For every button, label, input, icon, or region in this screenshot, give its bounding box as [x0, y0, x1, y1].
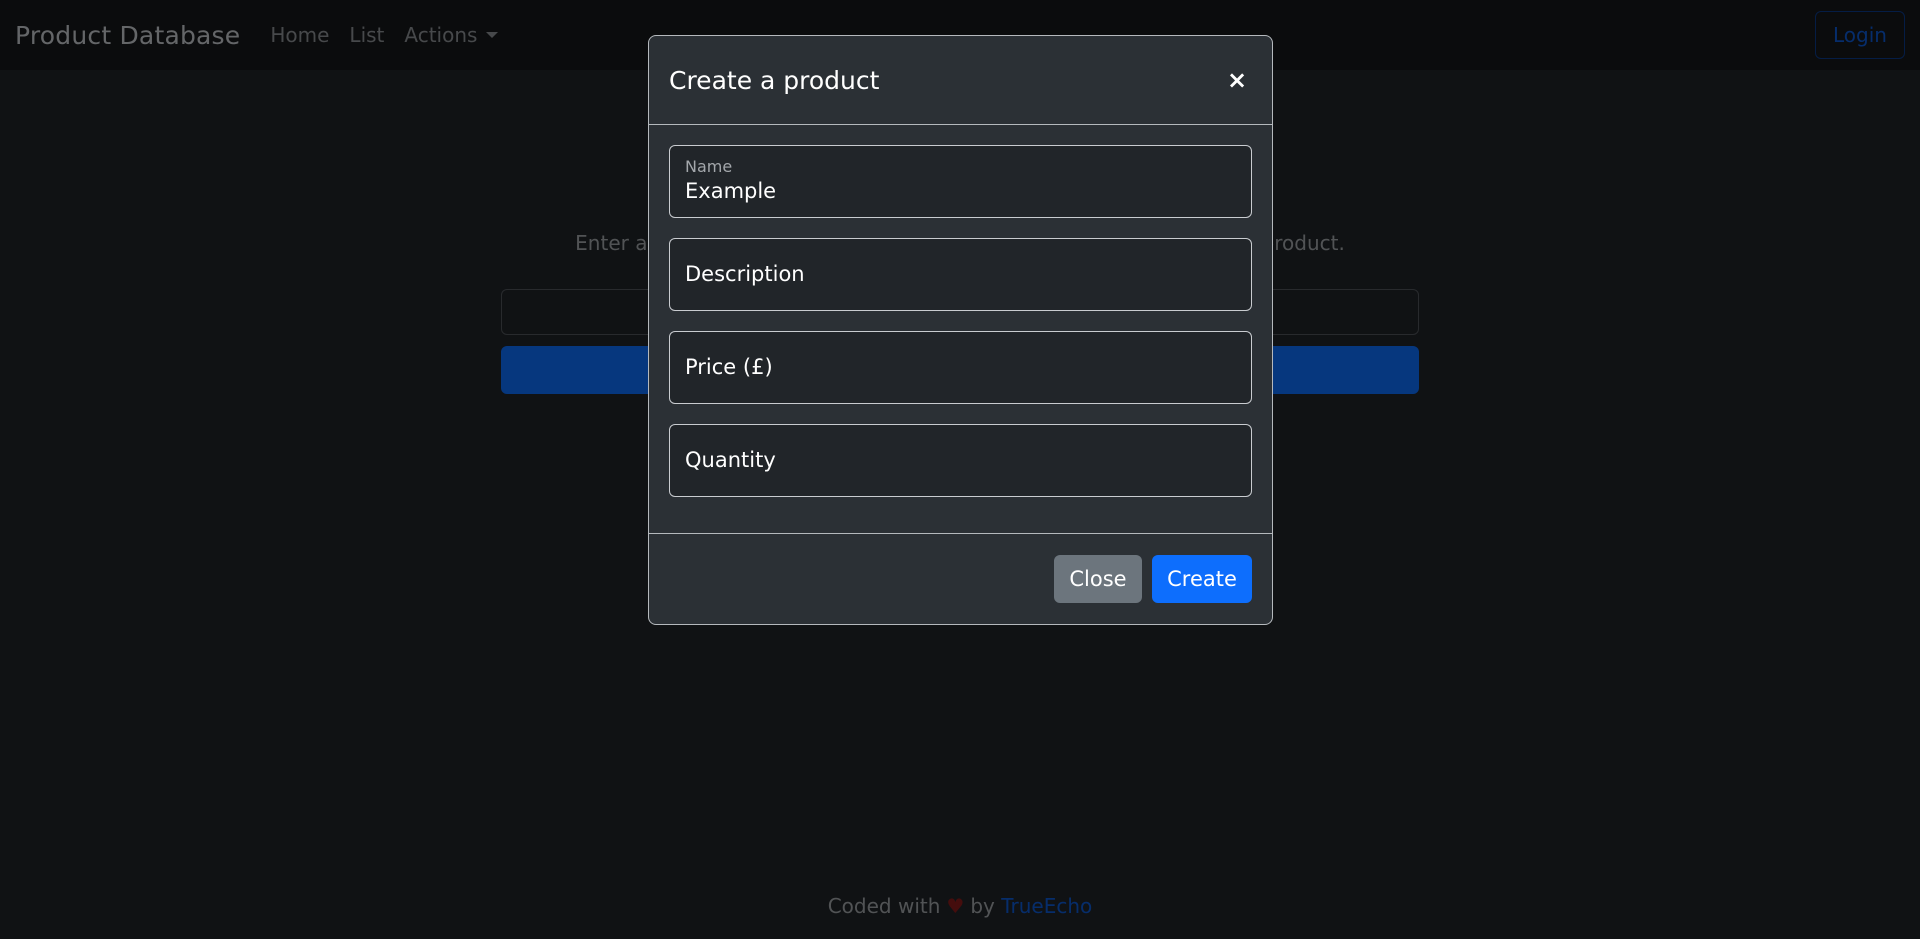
quantity-field[interactable]: Quantity — [669, 424, 1252, 497]
description-field-label: Description — [685, 262, 805, 286]
page: Product Database Home List Actions Login… — [0, 0, 1920, 939]
modal-title: Create a product — [669, 65, 880, 95]
create-product-modal: Create a product × Name Example Descript… — [648, 35, 1273, 625]
description-field[interactable]: Description — [669, 238, 1252, 311]
quantity-field-label: Quantity — [685, 448, 776, 472]
create-button[interactable]: Create — [1152, 554, 1252, 603]
modal-header: Create a product × — [649, 36, 1272, 125]
name-field-label: Name — [685, 157, 733, 176]
close-button[interactable]: Close — [1054, 554, 1142, 603]
name-field-value: Example — [685, 179, 777, 203]
name-field[interactable]: Name Example — [669, 145, 1252, 218]
price-field[interactable]: Price (£) — [669, 331, 1252, 404]
close-icon[interactable]: × — [1222, 65, 1252, 95]
modal-body: Name Example Description Price (£) Quant… — [649, 125, 1272, 534]
modal-footer: Close Create — [649, 534, 1272, 623]
price-field-label: Price (£) — [685, 355, 773, 379]
